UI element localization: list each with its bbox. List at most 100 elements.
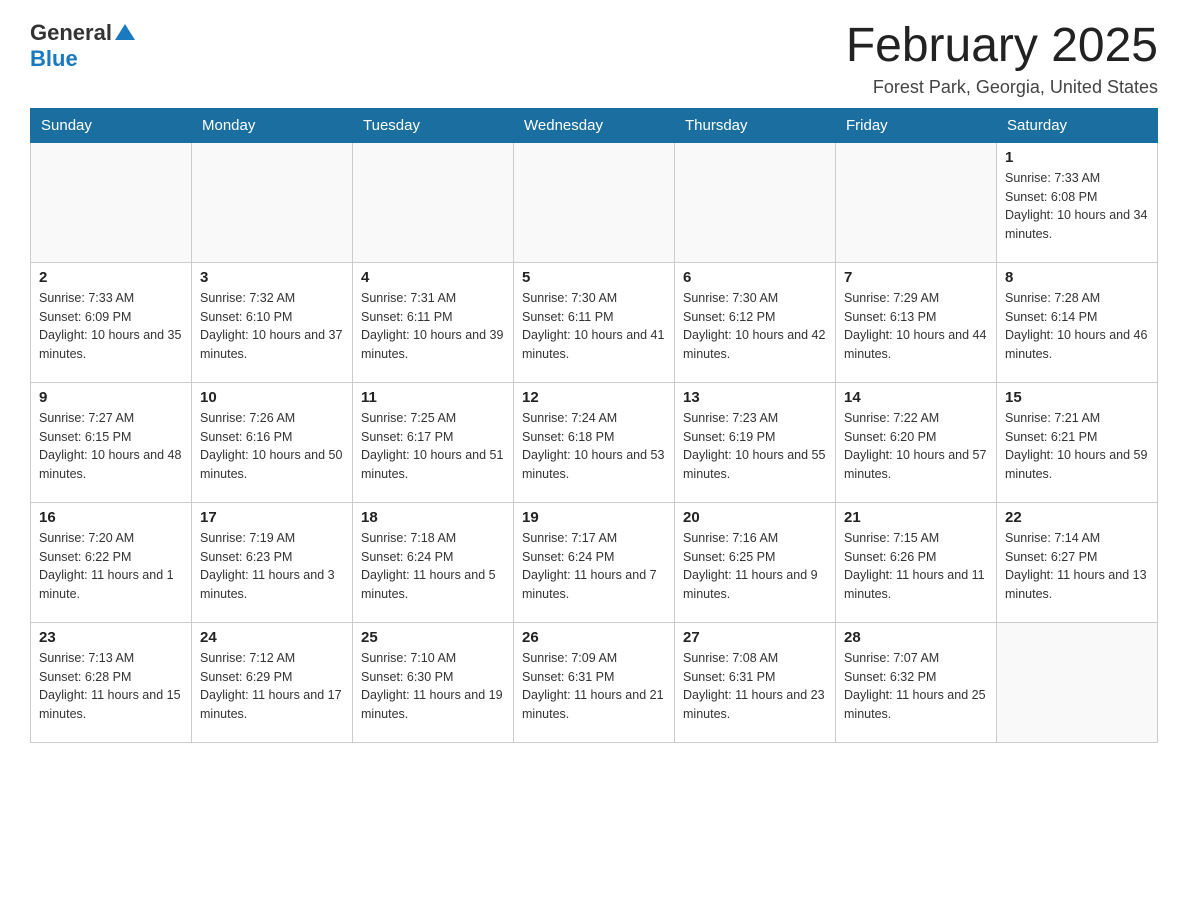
day-number: 19 xyxy=(522,509,666,526)
logo-icon xyxy=(114,22,136,44)
day-detail: Sunrise: 7:24 AMSunset: 6:18 PMDaylight:… xyxy=(522,409,666,484)
calendar-day-empty xyxy=(31,142,192,262)
calendar-day-8: 8 Sunrise: 7:28 AMSunset: 6:14 PMDaylight… xyxy=(997,262,1158,382)
calendar-day-20: 20Sunrise: 7:16 AMSunset: 6:25 PMDayligh… xyxy=(675,502,836,622)
calendar-day-10: 10 Sunrise: 7:26 AMSunset: 6:16 PMDayligh… xyxy=(192,382,353,502)
day-number: 24 xyxy=(200,629,344,646)
day-detail: Sunrise: 7:28 AMSunset: 6:14 PMDaylight:… xyxy=(1005,289,1149,364)
day-number: 25 xyxy=(361,629,505,646)
day-detail: Sunrise: 7:23 AMSunset: 6:19 PMDaylight:… xyxy=(683,409,827,484)
day-detail: Sunrise: 7:18 AMSunset: 6:24 PMDaylight:… xyxy=(361,529,505,604)
calendar-day-16: 16 Sunrise: 7:20 AMSunset: 6:22 PMDayligh… xyxy=(31,502,192,622)
day-detail: Sunrise: 7:07 AMSunset: 6:32 PMDaylight:… xyxy=(844,649,988,724)
day-detail: Sunrise: 7:25 AMSunset: 6:17 PMDaylight:… xyxy=(361,409,505,484)
day-number: 2 xyxy=(39,269,183,286)
location-subtitle: Forest Park, Georgia, United States xyxy=(846,77,1158,98)
weekday-header-sunday: Sunday xyxy=(31,108,192,142)
calendar-day-5: 5 Sunrise: 7:30 AMSunset: 6:11 PMDaylight… xyxy=(514,262,675,382)
calendar-week-5: 23 Sunrise: 7:13 AMSunset: 6:28 PMDayligh… xyxy=(31,622,1158,742)
month-title: February 2025 xyxy=(846,20,1158,73)
day-detail: Sunrise: 7:12 AMSunset: 6:29 PMDaylight:… xyxy=(200,649,344,724)
weekday-header-monday: Monday xyxy=(192,108,353,142)
calendar-day-15: 15Sunrise: 7:21 AMSunset: 6:21 PMDayligh… xyxy=(997,382,1158,502)
calendar-day-26: 26 Sunrise: 7:09 AMSunset: 6:31 PMDayligh… xyxy=(514,622,675,742)
day-detail: Sunrise: 7:30 AMSunset: 6:12 PMDaylight:… xyxy=(683,289,827,364)
calendar-day-13: 13Sunrise: 7:23 AMSunset: 6:19 PMDayligh… xyxy=(675,382,836,502)
calendar-day-empty xyxy=(192,142,353,262)
day-detail: Sunrise: 7:17 AMSunset: 6:24 PMDaylight:… xyxy=(522,529,666,604)
day-detail: Sunrise: 7:10 AMSunset: 6:30 PMDaylight:… xyxy=(361,649,505,724)
day-detail: Sunrise: 7:33 AMSunset: 6:09 PMDaylight:… xyxy=(39,289,183,364)
day-number: 28 xyxy=(844,629,988,646)
day-detail: Sunrise: 7:08 AMSunset: 6:31 PMDaylight:… xyxy=(683,649,827,724)
day-number: 7 xyxy=(844,269,988,286)
day-number: 17 xyxy=(200,509,344,526)
calendar-day-28: 28 Sunrise: 7:07 AMSunset: 6:32 PMDayligh… xyxy=(836,622,997,742)
calendar-day-27: 27 Sunrise: 7:08 AMSunset: 6:31 PMDayligh… xyxy=(675,622,836,742)
calendar-header-row: SundayMondayTuesdayWednesdayThursdayFrid… xyxy=(31,108,1158,142)
day-number: 1 xyxy=(1005,149,1149,166)
logo-general-text: General xyxy=(30,20,112,46)
day-detail: Sunrise: 7:19 AMSunset: 6:23 PMDaylight:… xyxy=(200,529,344,604)
day-number: 14 xyxy=(844,389,988,406)
calendar-day-3: 3 Sunrise: 7:32 AMSunset: 6:10 PMDaylight… xyxy=(192,262,353,382)
day-number: 11 xyxy=(361,389,505,406)
calendar-day-17: 17 Sunrise: 7:19 AMSunset: 6:23 PMDayligh… xyxy=(192,502,353,622)
day-number: 8 xyxy=(1005,269,1149,286)
calendar-day-11: 11 Sunrise: 7:25 AMSunset: 6:17 PMDayligh… xyxy=(353,382,514,502)
day-number: 9 xyxy=(39,389,183,406)
weekday-header-tuesday: Tuesday xyxy=(353,108,514,142)
calendar-day-empty xyxy=(353,142,514,262)
title-area: February 2025 Forest Park, Georgia, Unit… xyxy=(846,20,1158,98)
day-number: 18 xyxy=(361,509,505,526)
day-detail: Sunrise: 7:13 AMSunset: 6:28 PMDaylight:… xyxy=(39,649,183,724)
day-detail: Sunrise: 7:21 AMSunset: 6:21 PMDaylight:… xyxy=(1005,409,1149,484)
day-number: 26 xyxy=(522,629,666,646)
day-number: 4 xyxy=(361,269,505,286)
day-number: 22 xyxy=(1005,509,1149,526)
day-detail: Sunrise: 7:32 AMSunset: 6:10 PMDaylight:… xyxy=(200,289,344,364)
page-header: General Blue February 2025 Forest Park, … xyxy=(30,20,1158,98)
calendar-day-25: 25 Sunrise: 7:10 AMSunset: 6:30 PMDayligh… xyxy=(353,622,514,742)
weekday-header-saturday: Saturday xyxy=(997,108,1158,142)
day-detail: Sunrise: 7:22 AMSunset: 6:20 PMDaylight:… xyxy=(844,409,988,484)
day-number: 27 xyxy=(683,629,827,646)
calendar-day-empty xyxy=(675,142,836,262)
calendar-day-22: 22Sunrise: 7:14 AMSunset: 6:27 PMDayligh… xyxy=(997,502,1158,622)
calendar-week-1: 1 Sunrise: 7:33 AMSunset: 6:08 PMDaylight… xyxy=(31,142,1158,262)
day-detail: Sunrise: 7:20 AMSunset: 6:22 PMDaylight:… xyxy=(39,529,183,604)
day-number: 3 xyxy=(200,269,344,286)
calendar-week-4: 16 Sunrise: 7:20 AMSunset: 6:22 PMDayligh… xyxy=(31,502,1158,622)
calendar-day-empty xyxy=(997,622,1158,742)
calendar-day-14: 14 Sunrise: 7:22 AMSunset: 6:20 PMDayligh… xyxy=(836,382,997,502)
day-number: 5 xyxy=(522,269,666,286)
day-detail: Sunrise: 7:09 AMSunset: 6:31 PMDaylight:… xyxy=(522,649,666,724)
day-detail: Sunrise: 7:16 AMSunset: 6:25 PMDaylight:… xyxy=(683,529,827,604)
day-detail: Sunrise: 7:29 AMSunset: 6:13 PMDaylight:… xyxy=(844,289,988,364)
day-detail: Sunrise: 7:27 AMSunset: 6:15 PMDaylight:… xyxy=(39,409,183,484)
logo: General Blue xyxy=(30,20,136,72)
calendar-day-1: 1 Sunrise: 7:33 AMSunset: 6:08 PMDaylight… xyxy=(997,142,1158,262)
day-detail: Sunrise: 7:30 AMSunset: 6:11 PMDaylight:… xyxy=(522,289,666,364)
weekday-header-thursday: Thursday xyxy=(675,108,836,142)
calendar-day-2: 2 Sunrise: 7:33 AMSunset: 6:09 PMDaylight… xyxy=(31,262,192,382)
weekday-header-friday: Friday xyxy=(836,108,997,142)
calendar-day-7: 7 Sunrise: 7:29 AMSunset: 6:13 PMDaylight… xyxy=(836,262,997,382)
day-number: 23 xyxy=(39,629,183,646)
calendar-week-3: 9 Sunrise: 7:27 AMSunset: 6:15 PMDaylight… xyxy=(31,382,1158,502)
logo-blue-text: Blue xyxy=(30,46,78,71)
day-number: 10 xyxy=(200,389,344,406)
calendar-table: SundayMondayTuesdayWednesdayThursdayFrid… xyxy=(30,108,1158,743)
day-detail: Sunrise: 7:26 AMSunset: 6:16 PMDaylight:… xyxy=(200,409,344,484)
calendar-day-6: 6 Sunrise: 7:30 AMSunset: 6:12 PMDaylight… xyxy=(675,262,836,382)
calendar-day-empty xyxy=(836,142,997,262)
calendar-day-9: 9 Sunrise: 7:27 AMSunset: 6:15 PMDaylight… xyxy=(31,382,192,502)
day-number: 21 xyxy=(844,509,988,526)
day-number: 12 xyxy=(522,389,666,406)
day-detail: Sunrise: 7:33 AMSunset: 6:08 PMDaylight:… xyxy=(1005,169,1149,244)
calendar-day-19: 19 Sunrise: 7:17 AMSunset: 6:24 PMDayligh… xyxy=(514,502,675,622)
day-number: 16 xyxy=(39,509,183,526)
calendar-week-2: 2 Sunrise: 7:33 AMSunset: 6:09 PMDaylight… xyxy=(31,262,1158,382)
day-number: 6 xyxy=(683,269,827,286)
day-detail: Sunrise: 7:15 AMSunset: 6:26 PMDaylight:… xyxy=(844,529,988,604)
